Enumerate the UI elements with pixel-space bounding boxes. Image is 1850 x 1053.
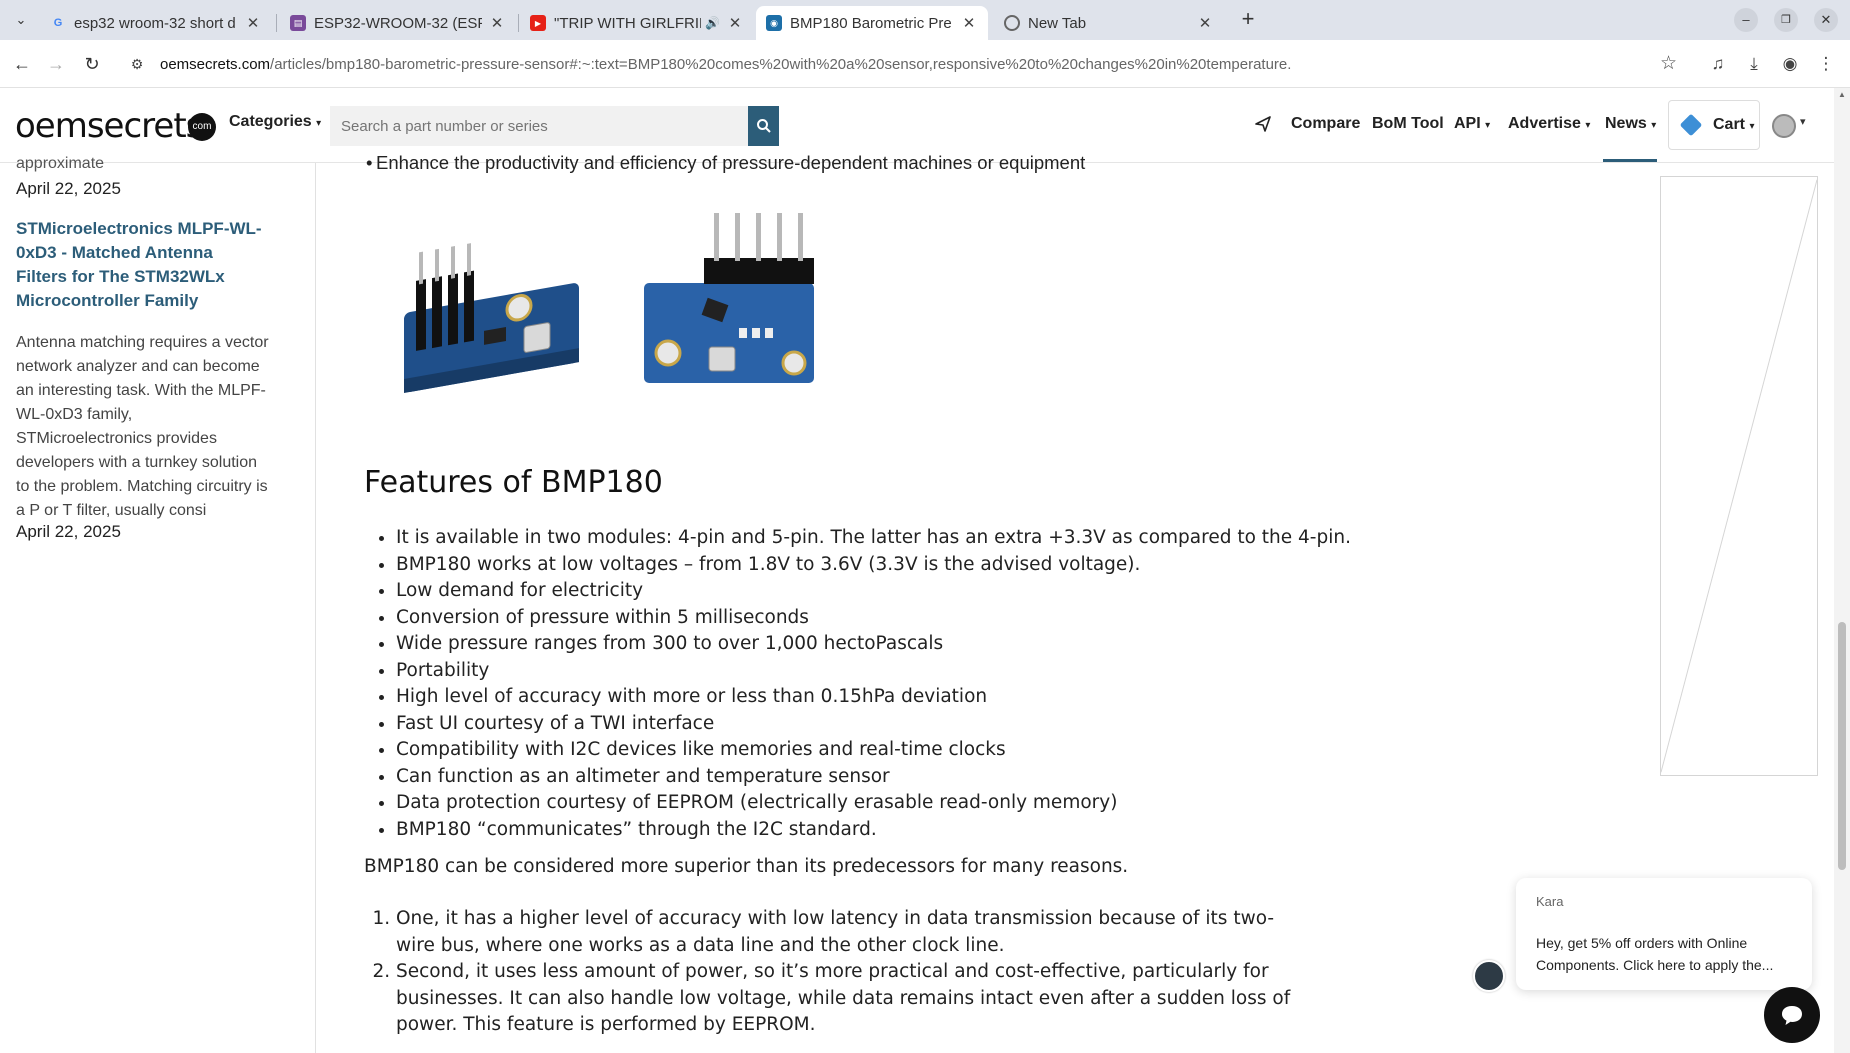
list-item: Conversion of pressure within 5 millisec… xyxy=(396,605,1351,632)
back-arrow-icon[interactable]: ← xyxy=(10,52,34,76)
chat-popup[interactable]: Kara Hey, get 5% off orders with Online … xyxy=(1516,878,1812,990)
list-item: It is available in two modules: 4-pin an… xyxy=(396,525,1351,552)
browser-menu-icon[interactable]: ⋮ xyxy=(1814,52,1838,76)
address-toolbar: ← → ↻ ⚙ oemsecrets.com/articles/bmp180-b… xyxy=(0,40,1850,88)
reload-icon[interactable]: ↻ xyxy=(80,52,104,76)
article-body: Enhance the productivity and efficiency … xyxy=(364,152,1351,1053)
browser-tab-active[interactable]: ◉ BMP180 Barometric Pre ✕ xyxy=(756,6,988,40)
book-icon: ▤ xyxy=(290,15,306,31)
sidebar-article-excerpt: Antenna matching requires a vector netwo… xyxy=(16,334,269,519)
scrollbar-thumb[interactable] xyxy=(1838,622,1846,870)
active-nav-underline xyxy=(1603,159,1657,162)
cart-cube-icon xyxy=(1679,113,1703,137)
list-item: Data protection courtesy of EEPROM (elec… xyxy=(396,790,1351,817)
page-scrollbar[interactable] xyxy=(1834,88,1850,1053)
caret-down-icon[interactable]: ▾ xyxy=(1800,115,1806,128)
restore-icon[interactable]: ❐ xyxy=(1774,8,1798,32)
site-settings-icon[interactable]: ⚙ xyxy=(126,56,148,73)
chat-bubble-icon xyxy=(1782,1006,1802,1025)
caret-down-icon: ▾ xyxy=(1485,120,1491,131)
features-heading: Features of BMP180 xyxy=(364,465,663,500)
caret-down-icon: ▾ xyxy=(1651,120,1657,131)
categories-dropdown[interactable]: Categories ▾ xyxy=(229,113,321,131)
tab-search-chevron-icon[interactable]: ⌄ xyxy=(10,9,32,31)
scroll-up-arrow-icon[interactable]: ▲ xyxy=(1838,90,1846,99)
sidebar-excerpt-tail: approximate xyxy=(16,155,105,172)
close-tab-icon[interactable]: ✕ xyxy=(726,14,744,32)
list-item: Compatibility with I2C devices like memo… xyxy=(396,737,1351,764)
news-sidebar: approximate April 22, 2025 STMicroelectr… xyxy=(0,155,316,1053)
caret-down-icon: ▾ xyxy=(1585,120,1591,131)
site-logo[interactable]: oemsecrets xyxy=(15,106,203,146)
caret-down-icon: ▾ xyxy=(1749,121,1755,132)
list-item: Wide pressure ranges from 300 to over 1,… xyxy=(396,631,1351,658)
bmp180-module-photo xyxy=(404,213,814,393)
sidebar-date: April 22, 2025 xyxy=(16,522,121,541)
speaker-icon[interactable]: 🔊 xyxy=(705,16,720,30)
list-item: BMP180 works at low voltages – from 1.8V… xyxy=(396,552,1351,579)
cart-button[interactable]: Cart ▾ xyxy=(1668,100,1760,150)
reasons-list: One, it has a higher level of accuracy w… xyxy=(396,906,1296,1039)
nav-advertise[interactable]: Advertise ▾ xyxy=(1508,115,1590,133)
chat-message[interactable]: Hey, get 5% off orders with Online Compo… xyxy=(1536,932,1798,976)
list-item: High level of accuracy with more or less… xyxy=(396,684,1351,711)
browser-tab[interactable]: New Tab ✕ xyxy=(994,6,1224,40)
send-icon[interactable] xyxy=(1254,115,1272,138)
nav-compare[interactable]: Compare xyxy=(1291,115,1360,133)
search-icon xyxy=(756,119,771,133)
user-avatar[interactable] xyxy=(1772,114,1796,138)
list-item: One, it has a higher level of accuracy w… xyxy=(396,906,1296,959)
bookmark-star-icon[interactable]: ☆ xyxy=(1660,52,1677,75)
youtube-icon: ▶ xyxy=(530,15,546,31)
chat-launcher-button[interactable] xyxy=(1764,987,1820,1043)
close-tab-icon[interactable]: ✕ xyxy=(244,14,262,32)
google-icon: G xyxy=(53,17,63,29)
browser-tab[interactable]: ▶ "TRIP WITH GIRLFRIE 🔊 ✕ xyxy=(520,6,754,40)
list-item: Low demand for electricity xyxy=(396,578,1351,605)
download-icon[interactable]: ⤓ xyxy=(1742,52,1766,76)
chat-agent-avatar xyxy=(1473,960,1505,992)
list-item: Enhance the productivity and efficiency … xyxy=(366,152,1085,174)
sidebar-article-link[interactable]: STMicroelectronics MLPF-WL-0xD3 - Matche… xyxy=(16,217,266,313)
minimize-icon[interactable]: – xyxy=(1734,8,1758,32)
chat-agent-name: Kara xyxy=(1536,894,1564,909)
profile-icon[interactable]: ◉ xyxy=(1778,52,1802,76)
close-tab-icon[interactable]: ✕ xyxy=(1196,14,1214,32)
list-item: Second, it uses less amount of power, so… xyxy=(396,959,1296,1039)
close-tab-icon[interactable]: ✕ xyxy=(488,14,506,32)
sidebar-date: April 22, 2025 xyxy=(16,179,121,198)
search-button[interactable] xyxy=(748,106,779,146)
browser-tab[interactable]: ▤ ESP32-WROOM-32 (ESP ✕ xyxy=(280,6,516,40)
new-tab-plus-icon[interactable]: + xyxy=(1234,8,1262,32)
browser-tab-strip: ⌄ G esp32 wroom-32 short d ✕ ▤ ESP32-WRO… xyxy=(0,0,1850,40)
list-item: Can function as an altimeter and tempera… xyxy=(396,764,1351,791)
chrome-icon xyxy=(1004,15,1020,31)
close-tab-icon[interactable]: ✕ xyxy=(960,14,978,32)
forward-arrow-icon[interactable]: → xyxy=(44,52,68,76)
media-control-icon[interactable]: ♫ xyxy=(1706,52,1730,76)
nav-api[interactable]: API ▾ xyxy=(1454,115,1490,133)
nav-bom-tool[interactable]: BoM Tool xyxy=(1372,115,1444,133)
features-list: It is available in two modules: 4-pin an… xyxy=(396,525,1351,843)
nav-news[interactable]: News ▾ xyxy=(1605,115,1656,133)
list-item: Portability xyxy=(396,658,1351,685)
list-item: BMP180 “communicates” through the I2C st… xyxy=(396,817,1351,844)
logo-com-badge: com xyxy=(188,113,216,141)
url-bar[interactable]: ⚙ oemsecrets.com/articles/bmp180-baromet… xyxy=(118,46,1718,82)
part-search-input[interactable] xyxy=(330,106,748,146)
browser-tab[interactable]: G esp32 wroom-32 short d ✕ xyxy=(40,6,272,40)
close-window-icon[interactable]: ✕ xyxy=(1814,8,1838,32)
ad-placeholder[interactable] xyxy=(1660,176,1818,776)
reasons-intro: BMP180 can be considered more superior t… xyxy=(364,856,1129,877)
oemsecrets-icon: ◉ xyxy=(766,15,782,31)
list-item: Fast UI courtesy of a TWI interface xyxy=(396,711,1351,738)
caret-down-icon: ▾ xyxy=(316,118,322,129)
